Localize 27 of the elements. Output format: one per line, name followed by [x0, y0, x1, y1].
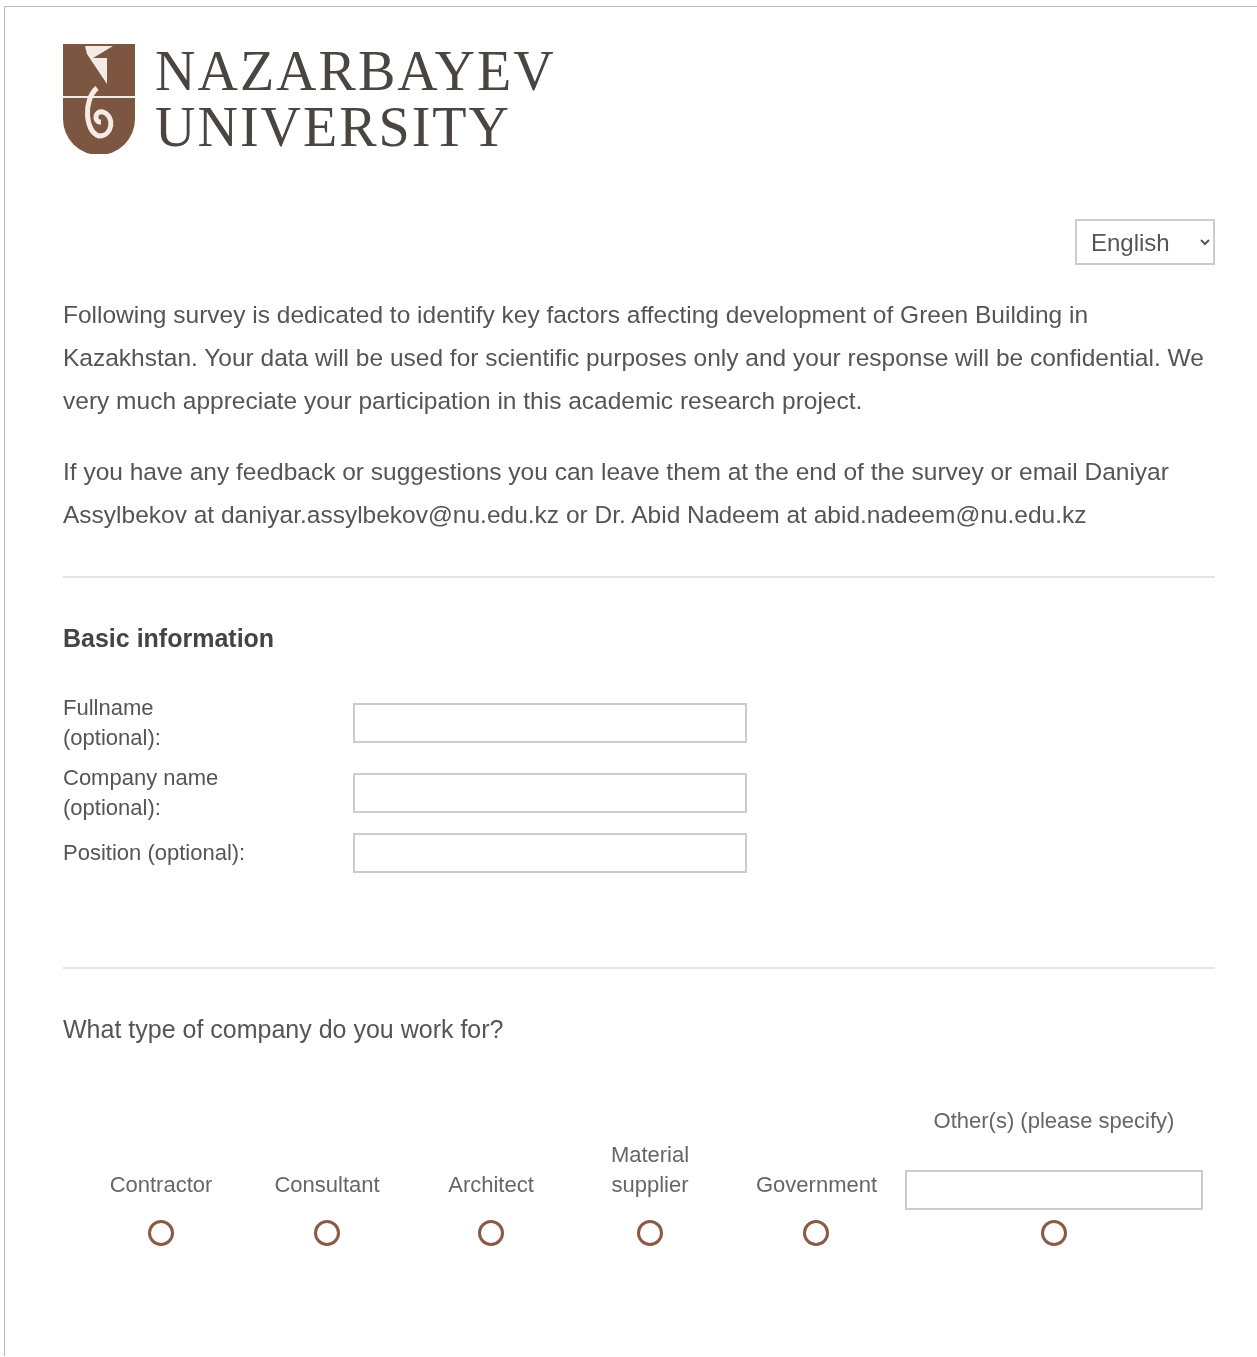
field-label: Company name (optional): [63, 764, 220, 822]
option-label: Other(s) (please specify) [933, 1107, 1175, 1135]
input-field[interactable] [353, 773, 747, 813]
field-label: Fullname (optional): [63, 694, 162, 752]
option-label: Material supplier [609, 1141, 691, 1199]
university-logo-icon [63, 44, 135, 154]
logo-text: UNIVERSITY [155, 99, 512, 155]
input-field[interactable] [353, 833, 747, 873]
language-select[interactable]: English [1075, 219, 1215, 265]
question-text: What type of company do you work for? [63, 1015, 505, 1044]
radio-button[interactable] [478, 1220, 504, 1246]
option-label: Consultant [274, 1171, 380, 1199]
radio-button[interactable] [637, 1220, 663, 1246]
intro-paragraph: Following survey is dedicated to identify key factors affecting development of Green Building in Kazakhstan. Your data will be used for scientific purposes only and your response will be confidential. We very much appreciate your participation in this academic research project. [63, 300, 1205, 416]
option-label: Government [756, 1171, 876, 1199]
field-label: Position (optional): [63, 839, 247, 867]
option-label: Contractor [109, 1171, 213, 1199]
radio-button[interactable] [1041, 1220, 1067, 1246]
radio-button[interactable] [148, 1220, 174, 1246]
option-label: Architect [448, 1171, 534, 1199]
section-title: Basic information [63, 624, 276, 653]
radio-button[interactable] [803, 1220, 829, 1246]
logo-text: NAZARBAYEV [155, 43, 556, 99]
input-field[interactable] [353, 703, 747, 743]
input-field[interactable] [905, 1170, 1203, 1210]
intro-paragraph: If you have any feedback or suggestions you can leave them at the end of the survey or email Daniyar Assylbekov at daniyar.assylbekov@nu.edu.kz or Dr. Abid Nadeem at abid.nadeem@nu.edu.kz [63, 457, 1170, 530]
radio-button[interactable] [314, 1220, 340, 1246]
